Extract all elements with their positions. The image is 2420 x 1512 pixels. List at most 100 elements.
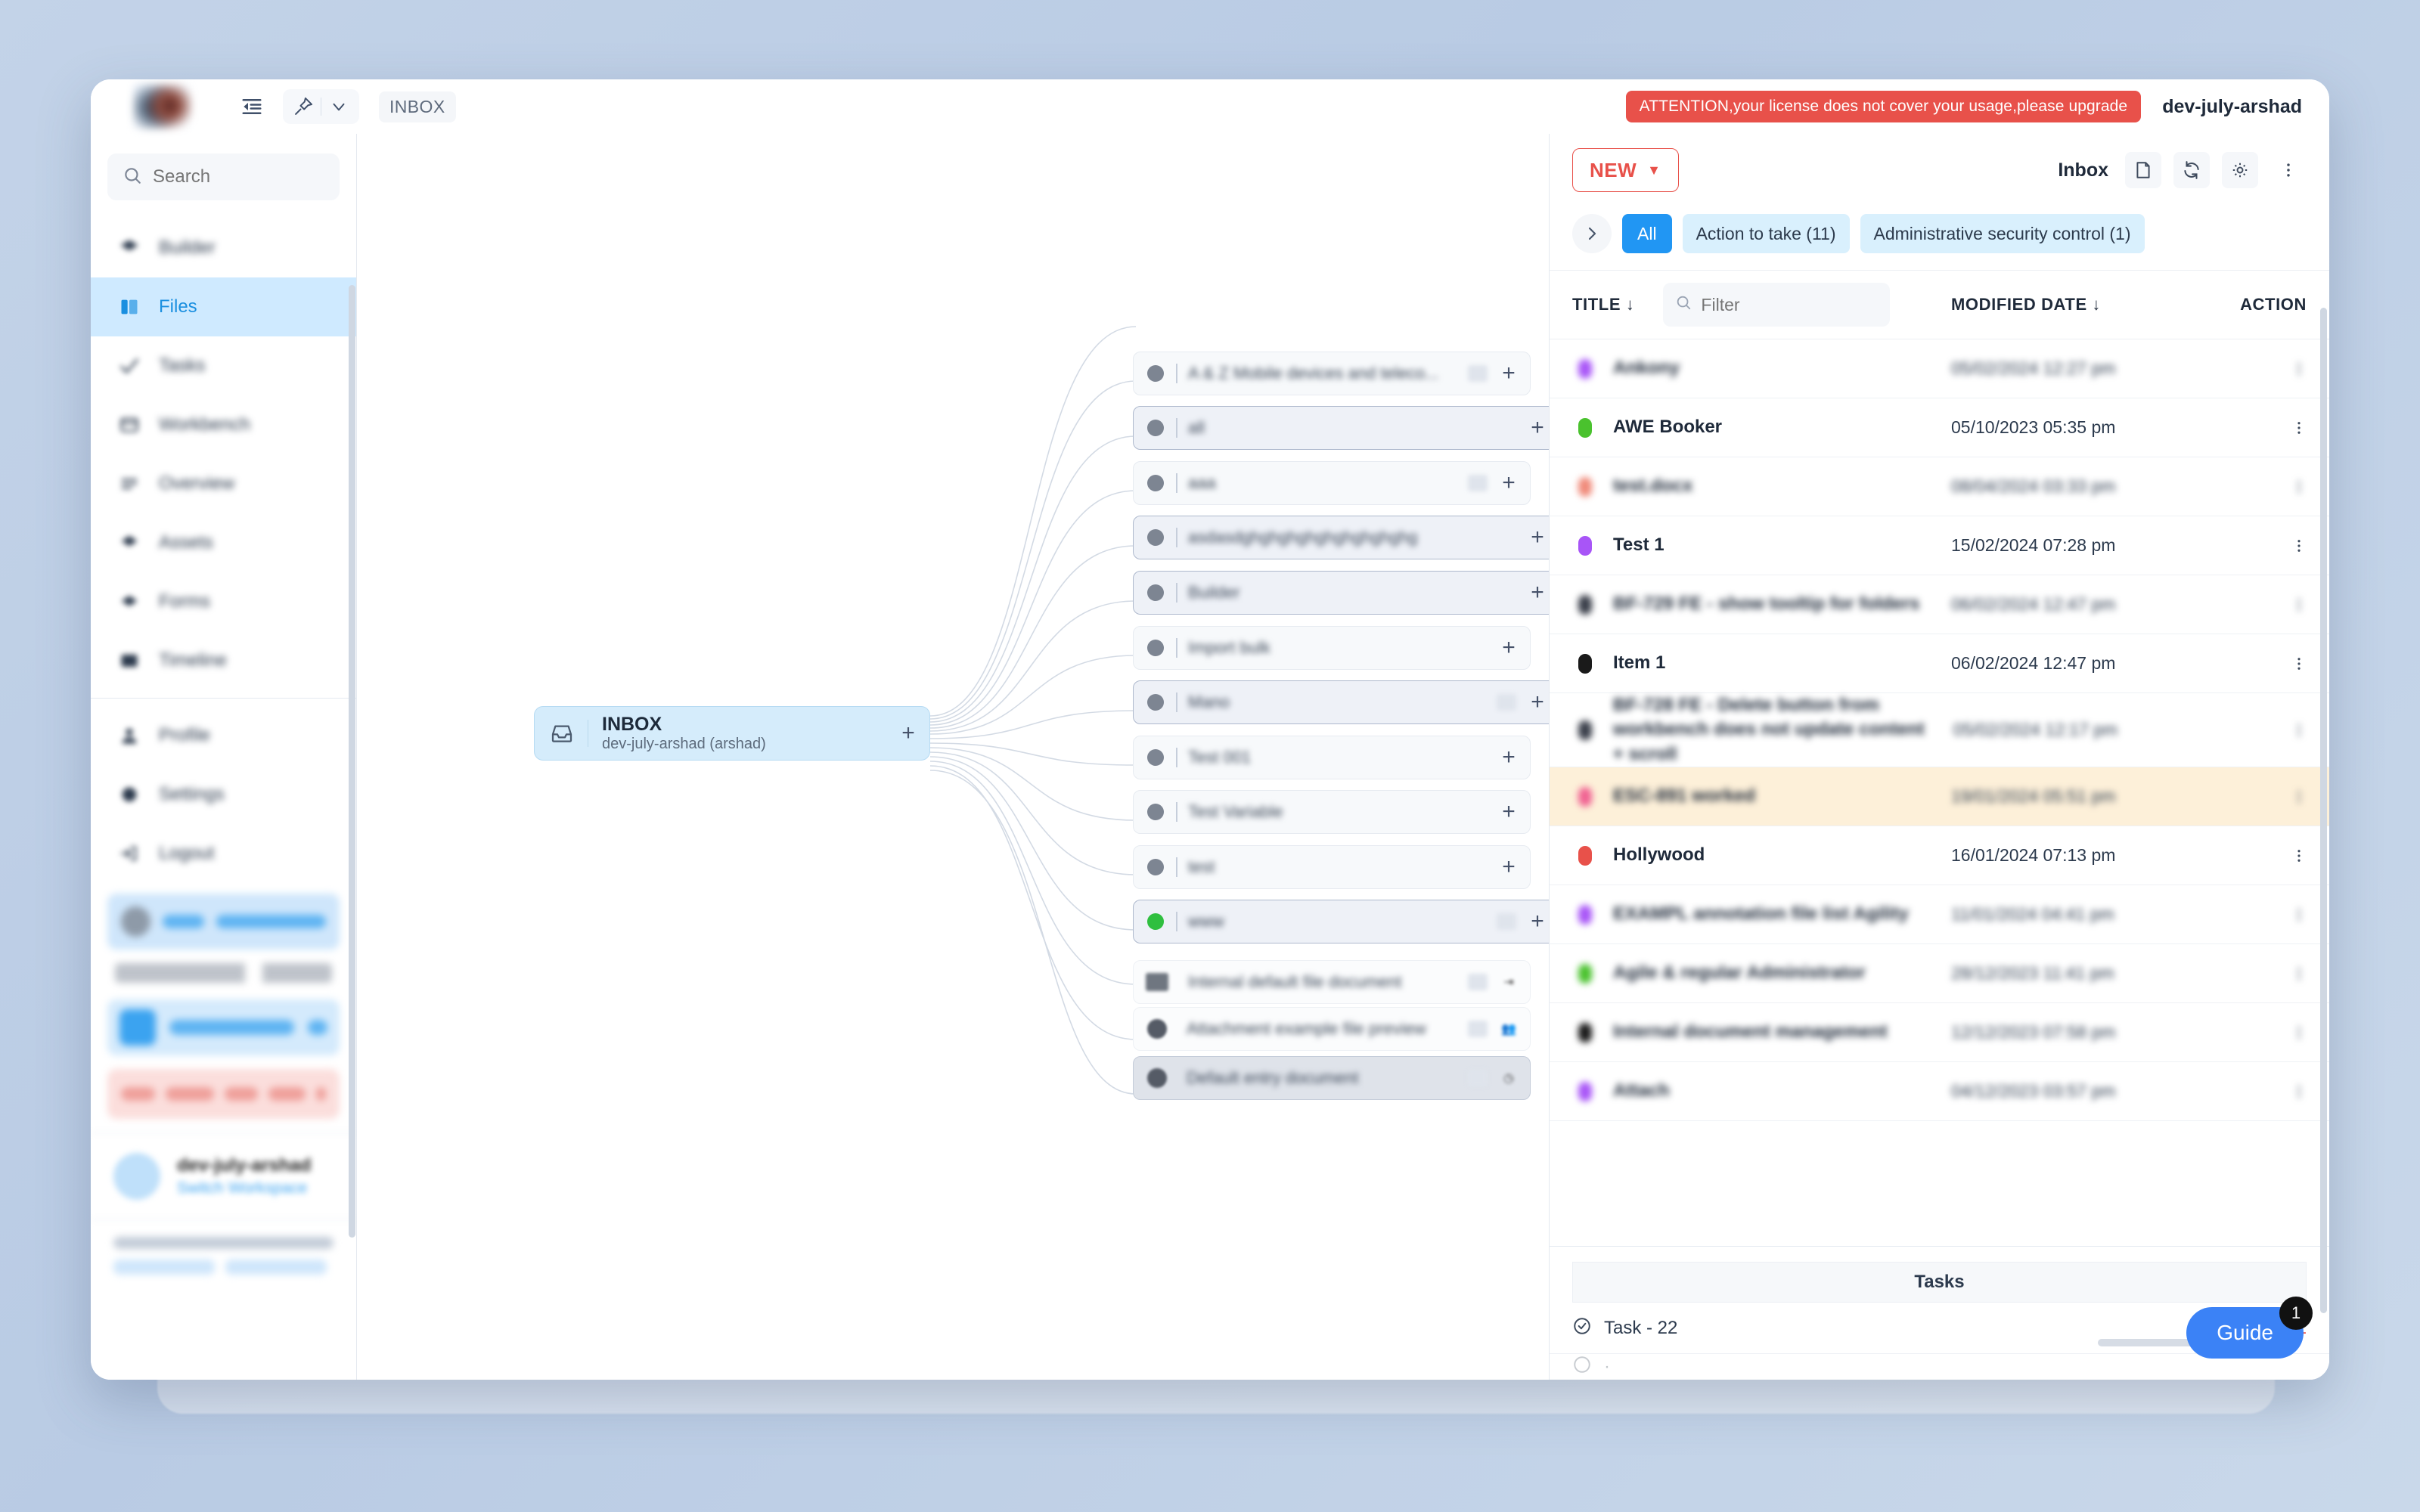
mindmap-file-node[interactable]: Internal default file document ⇥ xyxy=(1133,960,1531,1004)
table-row[interactable]: Ankony 05/02/2024 12:27 pm xyxy=(1550,339,2329,398)
guide-button[interactable]: Guide 1 xyxy=(2186,1297,2313,1359)
row-action-menu[interactable] xyxy=(2216,479,2307,494)
mindmap-node[interactable]: Mano + xyxy=(1133,680,1549,724)
sidebar-item-builder[interactable]: Builder xyxy=(91,218,356,277)
table-row[interactable]: Hollywood 16/01/2024 07:13 pm xyxy=(1550,826,2329,886)
column-header-modified-date[interactable]: MODIFIED DATE ↓ xyxy=(1951,295,2201,314)
promo-card-question[interactable] xyxy=(107,894,340,950)
refresh-icon[interactable] xyxy=(2173,152,2210,188)
row-action-menu[interactable] xyxy=(2216,907,2307,922)
sidebar-item-files[interactable]: Files xyxy=(91,277,356,336)
row-action-menu[interactable] xyxy=(2216,361,2307,376)
row-action-menu[interactable] xyxy=(2216,966,2307,981)
sidebar-item-workbench[interactable]: Workbench xyxy=(91,395,356,454)
step-icon[interactable]: ⇥ xyxy=(1488,974,1530,990)
sidebar-collapse-icon[interactable] xyxy=(234,89,269,124)
table-row[interactable]: ESC-891 worked 19/01/2024 05:51 pm xyxy=(1550,767,2329,827)
people-icon[interactable]: 👥 xyxy=(1488,1021,1530,1036)
inbox-table-body[interactable]: Ankony 05/02/2024 12:27 pm AWE Booker 05/10… xyxy=(1550,339,2329,1246)
promo-card-alert[interactable] xyxy=(107,1069,340,1119)
workspace-switcher[interactable]: dev-july-arshad Switch Workspace xyxy=(91,1132,356,1220)
check-circle-icon[interactable] xyxy=(1572,1316,1592,1340)
mindmap-root-node[interactable]: INBOX dev-july-arshad (arshad) + xyxy=(534,706,930,761)
mindmap-node[interactable]: Test 001 + xyxy=(1133,736,1531,779)
sidebar-scrollbar[interactable] xyxy=(349,285,355,1238)
clock-icon[interactable]: ◷ xyxy=(1488,1070,1530,1086)
row-action-menu[interactable] xyxy=(2216,1025,2307,1040)
mindmap-node[interactable]: Test Variable + xyxy=(1133,790,1531,834)
chevron-right-icon[interactable] xyxy=(1572,214,1612,253)
add-child-button[interactable]: + xyxy=(1488,799,1530,825)
filter-input[interactable] xyxy=(1701,294,1879,315)
tab-action-to-take[interactable]: Action to take (11) xyxy=(1682,214,1850,253)
gear-icon[interactable] xyxy=(2222,152,2258,188)
sidebar-item-timeline[interactable]: Timeline xyxy=(91,631,356,690)
add-child-button[interactable]: + xyxy=(1516,415,1549,441)
table-row[interactable]: Attach 04/12/2023 03:57 pm xyxy=(1550,1062,2329,1122)
pin-icon[interactable] xyxy=(286,89,321,124)
add-child-button[interactable]: + xyxy=(1516,689,1549,715)
row-action-menu[interactable] xyxy=(2216,538,2307,553)
sidebar-item-settings[interactable]: Settings xyxy=(91,765,356,824)
row-action-menu[interactable] xyxy=(2216,789,2307,804)
add-child-button[interactable]: + xyxy=(1488,854,1530,880)
more-vertical-icon[interactable] xyxy=(2270,152,2307,188)
table-row[interactable]: Item 1 06/02/2024 12:47 pm xyxy=(1550,634,2329,693)
mindmap-node[interactable]: all + xyxy=(1133,406,1549,450)
table-row[interactable]: Test 1 15/02/2024 07:28 pm xyxy=(1550,516,2329,575)
user-name-label[interactable]: dev-july-arshad xyxy=(2162,96,2302,118)
tab-all[interactable]: All xyxy=(1622,214,1672,253)
mindmap-node[interactable]: aaa + xyxy=(1133,461,1531,505)
row-action-menu[interactable] xyxy=(2216,656,2307,671)
new-button[interactable]: NEW ▼ xyxy=(1572,148,1679,192)
sidebar-item-logout[interactable]: Logout xyxy=(91,824,356,883)
sidebar-item-overview[interactable]: Overview xyxy=(91,454,356,513)
breadcrumb[interactable]: INBOX xyxy=(379,91,456,122)
add-child-button[interactable]: + xyxy=(1516,580,1549,606)
promo-card-action[interactable] xyxy=(107,999,340,1055)
table-row[interactable]: EXAMPL annotation file list Agility 11/01… xyxy=(1550,885,2329,945)
note-icon[interactable] xyxy=(2125,152,2161,188)
row-action-menu[interactable] xyxy=(2216,1084,2307,1099)
workspace-switch-link[interactable]: Switch Workspace xyxy=(177,1179,311,1198)
table-row[interactable]: Internal document management 12/12/2023 0… xyxy=(1550,1003,2329,1063)
row-action-menu[interactable] xyxy=(2216,420,2307,435)
search-box[interactable] xyxy=(107,153,340,200)
chevron-down-icon[interactable] xyxy=(321,89,356,124)
add-child-button[interactable]: + xyxy=(887,720,929,746)
mindmap-file-node[interactable]: Default entry document ◷ xyxy=(1133,1056,1531,1100)
license-warning-banner[interactable]: ATTENTION,your license does not cover yo… xyxy=(1625,91,2142,122)
row-action-menu[interactable] xyxy=(2216,597,2307,612)
table-row[interactable]: Agile & regular Administrator 28/12/2023 … xyxy=(1550,944,2329,1004)
app-logo[interactable] xyxy=(91,79,234,134)
column-header-title[interactable]: TITLE ↓ xyxy=(1572,295,1634,314)
table-row[interactable]: AWE Booker 05/10/2023 05:35 pm xyxy=(1550,398,2329,457)
mindmap-node[interactable]: asdasdghghghghghghghghghg + xyxy=(1133,516,1549,559)
mindmap-file-node[interactable]: Attachment example file preview 👥 xyxy=(1133,1007,1531,1051)
table-row[interactable]: test.docx 08/04/2024 03:33 pm xyxy=(1550,457,2329,516)
sidebar-item-forms[interactable]: Forms xyxy=(91,572,356,631)
add-child-button[interactable]: + xyxy=(1488,745,1530,770)
row-action-menu[interactable] xyxy=(2216,848,2307,863)
mindmap-node[interactable]: test + xyxy=(1133,845,1531,889)
add-child-button[interactable]: + xyxy=(1516,909,1549,934)
tab-administrative-security-control[interactable]: Administrative security control (1) xyxy=(1860,214,2145,253)
add-child-button[interactable]: + xyxy=(1488,361,1530,386)
sidebar-item-tasks[interactable]: Tasks xyxy=(91,336,356,395)
mindmap-node[interactable]: A & Z Mobile devices and teleco... + xyxy=(1133,352,1531,395)
row-action-menu[interactable] xyxy=(2217,723,2307,738)
mindmap-node[interactable]: Import bulk + xyxy=(1133,626,1531,670)
add-child-button[interactable]: + xyxy=(1516,525,1549,550)
table-row[interactable]: BF-728 FE - Delete button from workbench… xyxy=(1550,693,2329,768)
sidebar-item-assets[interactable]: Assets xyxy=(91,513,356,572)
filter-box[interactable] xyxy=(1663,283,1891,327)
sidebar-item-profile[interactable]: Profile xyxy=(91,706,356,765)
mindmap-node[interactable]: www + xyxy=(1133,900,1549,943)
inbox-panel-scrollbar[interactable] xyxy=(2320,308,2327,1313)
mindmap-node[interactable]: Builder + xyxy=(1133,571,1549,615)
mindmap-canvas[interactable]: INBOX dev-july-arshad (arshad) + A & Z M… xyxy=(357,134,1549,1380)
add-child-button[interactable]: + xyxy=(1488,470,1530,496)
add-child-button[interactable]: + xyxy=(1488,635,1530,661)
search-input[interactable] xyxy=(153,166,324,187)
table-row[interactable]: BF-729 FE - show tooltip for folders 06/0… xyxy=(1550,575,2329,634)
